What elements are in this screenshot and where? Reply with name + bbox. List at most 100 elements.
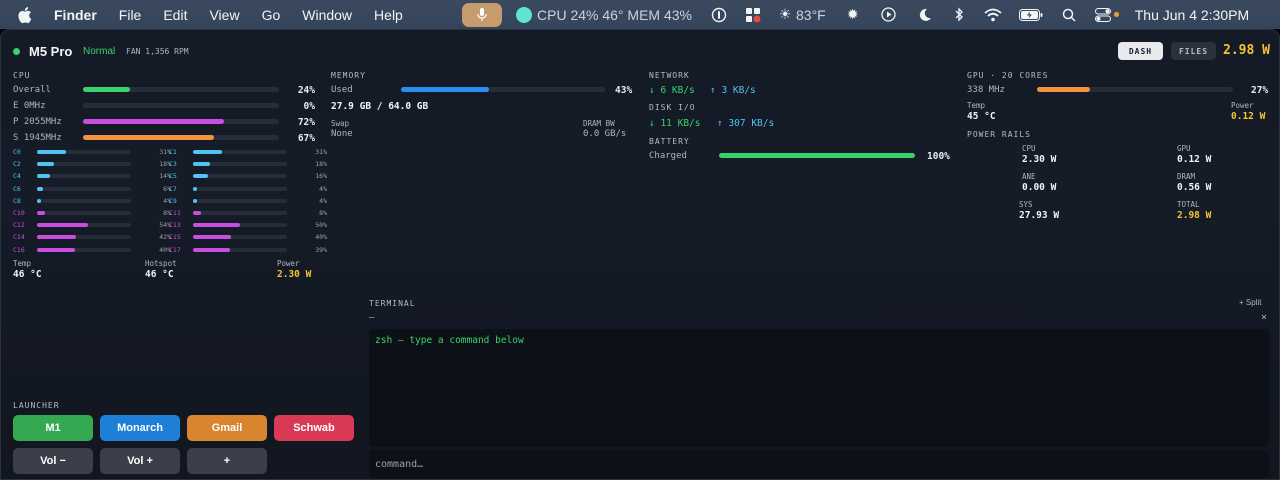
rail-total-value: 2.98 W — [1177, 210, 1212, 221]
core-bar-fill — [193, 174, 209, 179]
cpu-row-pct: 72% — [297, 117, 315, 128]
core-bar — [193, 235, 287, 240]
terminal-output[interactable]: zsh — type a command below — [369, 329, 1269, 447]
network-section-title: NETWORK — [649, 71, 690, 80]
launcher-button-vol[interactable]: Vol − — [13, 448, 93, 474]
cpu-row-label: E 0MHz — [13, 101, 46, 111]
menubar-clock[interactable]: Thu Jun 4 2:30PM — [1135, 7, 1249, 23]
weather-sun-icon[interactable]: ☀ — [776, 6, 794, 24]
thermal-status: Normal — [83, 46, 116, 57]
rail-cpu-value: 2.30 W — [1022, 154, 1057, 165]
bluetooth-icon[interactable] — [950, 6, 968, 24]
menubar-system-stats[interactable]: CPU 24% 46° MEM 43% — [537, 7, 692, 23]
tab-files[interactable]: FILES — [1171, 42, 1216, 60]
rail-dram-label: DRAM — [1177, 172, 1196, 181]
terminal-minimize-button[interactable]: – — [369, 313, 374, 323]
menu-file[interactable]: File — [119, 7, 142, 23]
cpu-row-bar-fill — [83, 119, 225, 124]
rail-sys-label: SYS — [1019, 200, 1033, 209]
core-bar — [37, 174, 131, 179]
memory-used-bar — [401, 87, 605, 92]
search-icon[interactable] — [1060, 6, 1078, 24]
disk-section-title: DISK I/O — [649, 103, 696, 112]
core-label: C6 — [13, 184, 21, 193]
moon-icon[interactable] — [916, 6, 934, 24]
cpu-row-label: Overall — [13, 85, 51, 95]
gpu-power-label: Power — [1231, 101, 1254, 110]
one-password-icon[interactable] — [710, 6, 728, 24]
menu-bar: Finder File Edit View Go Window Help CPU… — [0, 0, 1280, 29]
core-bar — [193, 198, 287, 203]
brightness-icon[interactable]: ✹ — [844, 6, 862, 24]
battery-section-title: BATTERY — [649, 137, 690, 146]
cpu-row-bar — [83, 87, 279, 92]
core-bar — [37, 211, 131, 215]
status-area: CPU 24% 46° MEM 43% ☀ 83°F ✹ Thu Jun 4 2… — [462, 0, 1249, 29]
launcher-button-monarch[interactable]: Monarch — [100, 415, 180, 441]
cpu-temp-value: 46 °C — [13, 269, 42, 280]
core-bar-fill — [37, 211, 45, 215]
core-bar-fill — [193, 235, 231, 240]
core-bar — [193, 223, 287, 228]
launcher-title: LAUNCHER — [13, 401, 60, 410]
core-pct: 39% — [315, 245, 327, 254]
rail-sys-value: 27.93 W — [1019, 210, 1060, 221]
network-upload: ↑ 3 KB/s — [710, 85, 756, 96]
core-label: C5 — [169, 172, 177, 181]
tab-dash[interactable]: DASH — [1118, 42, 1163, 60]
core-pct: 31% — [315, 148, 327, 156]
split-button[interactable]: + Split — [1239, 298, 1261, 307]
gpu-power-value: 0.12 W — [1231, 111, 1266, 122]
core-pct: 4% — [319, 184, 327, 193]
menu-go[interactable]: Go — [262, 7, 281, 23]
terminal-command-input[interactable]: command… — [369, 450, 1269, 478]
core-bar-fill — [37, 247, 75, 252]
cpu-power-value: 2.30 W — [277, 269, 312, 280]
menu-view[interactable]: View — [209, 7, 239, 23]
launcher-button-schwab[interactable]: Schwab — [274, 415, 354, 441]
terminal-title: TERMINAL — [369, 299, 416, 308]
core-label: C0 — [13, 148, 21, 156]
core-pct: 4% — [319, 196, 327, 205]
terminal-close-icon[interactable]: × — [1261, 312, 1267, 323]
menu-app-finder[interactable]: Finder — [54, 7, 97, 23]
core-bar — [193, 186, 287, 191]
cpu-status-dot-icon — [516, 6, 532, 23]
core-bar — [193, 247, 287, 252]
play-circle-icon[interactable] — [880, 6, 898, 24]
core-label: C11 — [169, 209, 181, 217]
wifi-icon[interactable] — [984, 6, 1002, 24]
control-center-icon[interactable] — [1094, 6, 1112, 24]
apple-icon[interactable] — [18, 4, 40, 26]
core-label: C2 — [13, 160, 21, 169]
cpu-hotspot-value: 46 °C — [145, 269, 174, 280]
battery-icon[interactable] — [1018, 6, 1044, 24]
menu-edit[interactable]: Edit — [163, 7, 187, 23]
microphone-icon[interactable] — [462, 2, 502, 27]
menu-window[interactable]: Window — [302, 7, 352, 23]
core-bar — [37, 223, 131, 228]
swap-value: None — [331, 129, 353, 139]
disk-read: ↓ 11 KB/s — [649, 118, 701, 129]
status-indicator-dot — [13, 48, 20, 55]
memory-used-bar-fill — [401, 87, 489, 92]
core-bar — [193, 150, 287, 154]
gpu-usage-bar-fill — [1037, 87, 1090, 92]
launcher-button-gmail[interactable]: Gmail — [187, 415, 267, 441]
weather-temp[interactable]: 83°F — [796, 7, 826, 23]
menu-help[interactable]: Help — [374, 7, 403, 23]
gpu-frequency: 338 MHz — [967, 85, 1005, 95]
cpu-row-bar — [83, 103, 279, 108]
core-pct: 4% — [163, 196, 171, 205]
core-bar — [37, 162, 131, 167]
core-pct: 40% — [159, 245, 171, 254]
launcher-button-add[interactable]: + — [187, 448, 267, 474]
cpu-row-bar — [83, 135, 279, 140]
launcher-button-m1[interactable]: M1 — [13, 415, 93, 441]
app-badge-icon[interactable] — [744, 6, 762, 24]
rail-gpu-label: GPU — [1177, 144, 1191, 153]
core-bar-fill — [37, 150, 67, 154]
cpu-row-pct: 0% — [303, 101, 315, 112]
cpu-row-bar — [83, 119, 279, 124]
launcher-button-vol[interactable]: Vol + — [100, 448, 180, 474]
